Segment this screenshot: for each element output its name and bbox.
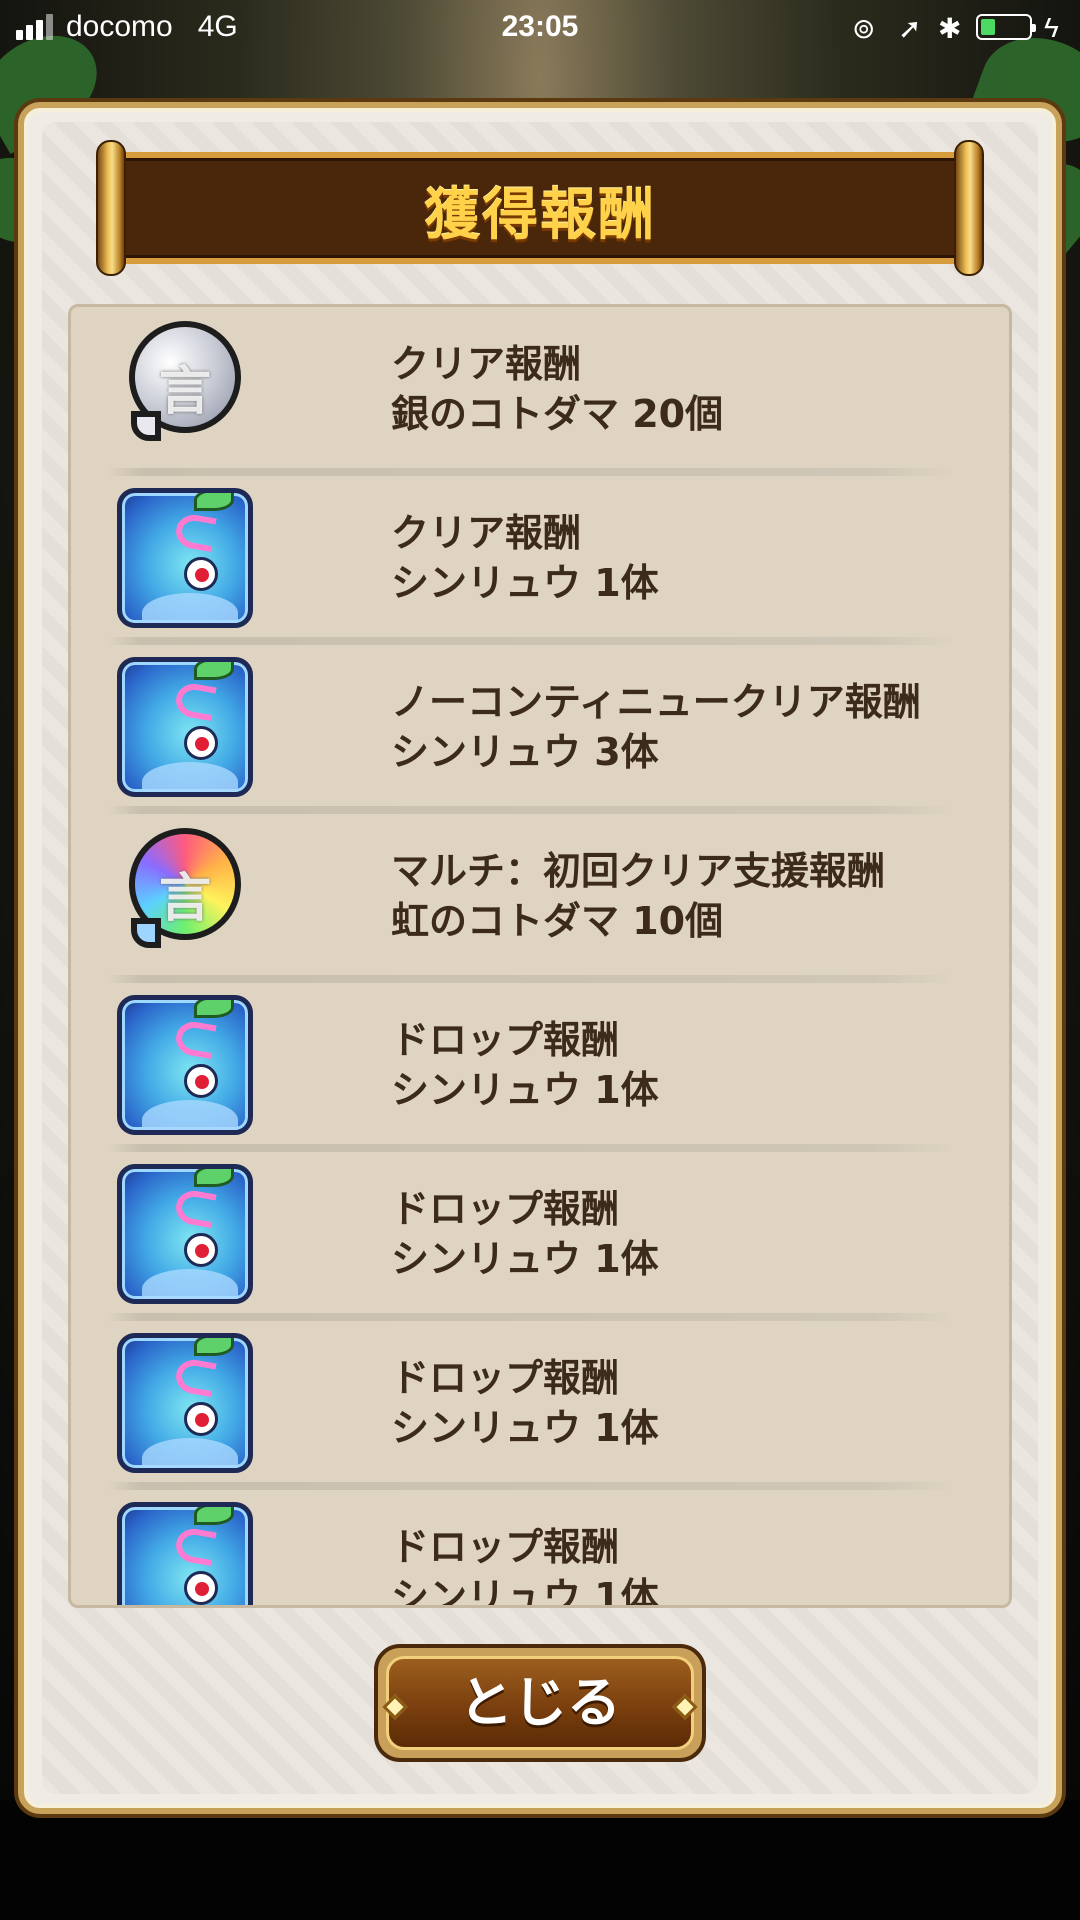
reward-source: クリア報酬 <box>391 342 582 386</box>
row-divider <box>107 637 955 645</box>
reward-source: ドロップ報酬 <box>391 1525 620 1569</box>
row-divider <box>107 975 955 983</box>
reward-source: ドロップ報酬 <box>391 1187 620 1231</box>
shinryu-monster-icon <box>117 1502 253 1605</box>
reward-source: クリア報酬 <box>391 511 582 555</box>
reward-detail: 虹のコトダマ 10個 <box>391 899 724 943</box>
reward-item: クリア報酬 シンリュウ 1体 <box>71 476 1009 645</box>
reward-icon <box>117 1333 253 1473</box>
reward-source: マルチ：初回クリア支援報酬 <box>391 849 886 893</box>
reward-detail: シンリュウ 1体 <box>391 1068 659 1112</box>
charging-bolt-icon: ϟ <box>1044 12 1059 43</box>
shinryu-monster-icon <box>117 657 253 797</box>
reward-source: ノーコンティニュークリア報酬 <box>391 680 921 724</box>
reward-item: ノーコンティニュークリア報酬 シンリュウ 3体 <box>71 645 1009 814</box>
orientation-lock-icon: ⊚ <box>852 13 876 44</box>
location-arrow-icon: ➚ <box>898 13 922 44</box>
bottom-shadow <box>0 1800 1080 1920</box>
row-divider <box>107 1313 955 1321</box>
reward-item: ドロップ報酬 シンリュウ 1体 <box>71 1321 1009 1490</box>
reward-icon <box>117 995 253 1135</box>
shinryu-monster-icon <box>117 1164 253 1304</box>
reward-icon <box>117 1502 253 1605</box>
reward-detail: シンリュウ 1体 <box>391 561 659 605</box>
row-divider <box>107 806 955 814</box>
shinryu-monster-icon <box>117 488 253 628</box>
bluetooth-icon: ✱ <box>938 13 962 44</box>
reward-source: ドロップ報酬 <box>391 1018 620 1062</box>
reward-icon <box>117 1164 253 1304</box>
row-divider <box>107 1144 955 1152</box>
reward-detail: シンリュウ 1体 <box>391 1237 659 1281</box>
reward-item: 言 マルチ：初回クリア支援報酬 虹のコトダマ 10個 <box>71 814 1009 983</box>
reward-icon: 言 <box>117 826 253 966</box>
reward-icon <box>117 657 253 797</box>
reward-detail: シンリュウ 1体 <box>391 1575 659 1608</box>
close-button[interactable]: とじる <box>374 1644 706 1762</box>
dialog-title: 獲得報酬 <box>424 183 656 248</box>
reward-item: 言 クリア報酬 銀のコトダマ 20個 <box>71 307 1009 476</box>
shinryu-monster-icon <box>117 995 253 1135</box>
reward-item: ドロップ報酬 シンリュウ 1体 <box>71 1152 1009 1321</box>
reward-detail: シンリュウ 3体 <box>391 730 659 774</box>
reward-item: ドロップ報酬 シンリュウ 1体 <box>71 983 1009 1152</box>
reward-item: ドロップ報酬 シンリュウ 1体 <box>71 1490 1009 1608</box>
shinryu-monster-icon <box>117 1333 253 1473</box>
reward-detail: シンリュウ 1体 <box>391 1406 659 1450</box>
reward-list[interactable]: 言 クリア報酬 銀のコトダマ 20個 クリア報酬 シンリュウ 1体 ノーコンティ… <box>68 304 1012 1608</box>
battery-icon <box>976 14 1036 40</box>
status-bar: docomo 4G 23:05 ⊚ ➚ ✱ ϟ <box>0 0 1080 56</box>
reward-icon: 言 <box>117 319 253 459</box>
reward-detail: 銀のコトダマ 20個 <box>391 392 724 436</box>
reward-icon <box>117 488 253 628</box>
row-divider <box>107 468 955 476</box>
row-divider <box>107 1482 955 1490</box>
reward-source: ドロップ報酬 <box>391 1356 620 1400</box>
title-banner: 獲得報酬 <box>96 140 984 276</box>
close-button-label: とじる <box>386 1656 694 1750</box>
